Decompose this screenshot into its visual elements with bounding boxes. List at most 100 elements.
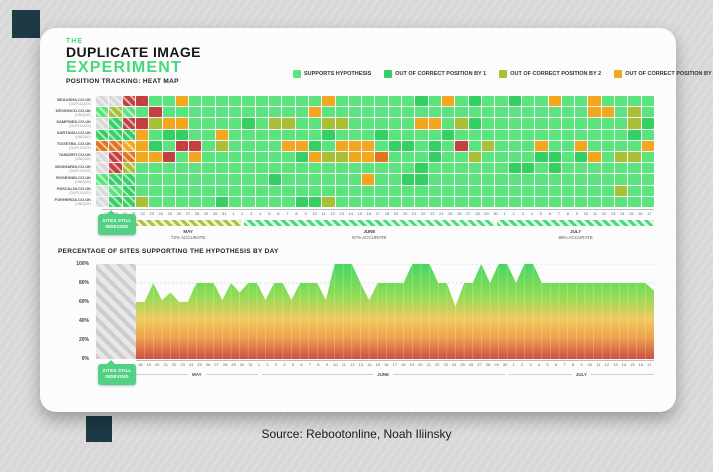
heatmap-cell — [216, 152, 228, 162]
heatmap-cell — [349, 186, 361, 196]
heatmap-cell — [96, 197, 108, 207]
heatmap-cell — [495, 186, 507, 196]
heatmap-cell — [189, 163, 201, 173]
heatmap-cell — [282, 174, 294, 184]
heatmap-cell — [469, 130, 481, 140]
axis-tick-label: 5 — [543, 361, 551, 368]
y-axis-tick-label: 100% — [76, 261, 89, 267]
heatmap-row-label: TANDERT.CO.UK(UNIQUE) — [58, 151, 94, 162]
axis-tick-label: 14 — [620, 361, 628, 368]
heatmap-cell — [336, 186, 348, 196]
heatmap-cell — [642, 130, 654, 140]
heatmap-cell — [415, 197, 427, 207]
heatmap-cell — [163, 163, 175, 173]
heatmap-cell — [163, 174, 175, 184]
heatmap-cell — [402, 96, 414, 106]
heatmap-cell — [202, 197, 214, 207]
heatmap-cell — [415, 118, 427, 128]
heatmap-cell — [562, 197, 574, 207]
month-name: JUNE — [377, 372, 389, 377]
heatmap-cell — [296, 152, 308, 162]
axis-tick-label: 7 — [554, 210, 563, 217]
heatmap-cell — [362, 141, 374, 151]
heatmap-cell — [229, 96, 241, 106]
axis-tick-label: 28 — [473, 210, 482, 217]
site-variant: (DUPLICATE) — [69, 146, 91, 150]
heatmap-cell — [509, 130, 521, 140]
heatmap-cell — [96, 107, 108, 117]
axis-tick-label: 21 — [424, 361, 432, 368]
axis-tick-label: 8 — [292, 210, 301, 217]
heatmap-cell — [282, 130, 294, 140]
heatmap-cell — [256, 197, 268, 207]
axis-tick-label: 10 — [581, 210, 590, 217]
page-title-accent: EXPERIMENT — [66, 60, 201, 77]
axis-tick-label: 30 — [491, 210, 500, 217]
axis-tick-label: 5 — [289, 361, 297, 368]
axis-tick-label: 26 — [204, 361, 212, 368]
axis-tick-label: 12 — [348, 361, 356, 368]
axis-tick-label: 26 — [455, 210, 464, 217]
heatmap-cell — [109, 107, 121, 117]
heatmap-cell — [642, 107, 654, 117]
heatmap-cell — [123, 130, 135, 140]
axis-tick-label: 31 — [246, 361, 254, 368]
heatmap-cell — [176, 174, 188, 184]
heatmap-cell — [163, 186, 175, 196]
heatmap-cell — [296, 130, 308, 140]
heatmap-cell — [602, 163, 614, 173]
month-name: JULY — [576, 372, 587, 377]
heatmap-cell — [535, 197, 547, 207]
heatmap-cell — [282, 152, 294, 162]
heatmap-cell — [469, 96, 481, 106]
axis-tick-label: 23 — [428, 210, 437, 217]
axis-tick-label: 18 — [399, 361, 407, 368]
axis-tick-label: 25 — [195, 361, 203, 368]
site-variant: (UNIQUE) — [75, 180, 91, 184]
heatmap-cell — [242, 96, 254, 106]
heatmap-cell — [242, 174, 254, 184]
heatmap-cell — [535, 107, 547, 117]
heatmap-cell — [495, 118, 507, 128]
heatmap-cell — [455, 96, 467, 106]
month-accuracy-bar — [135, 220, 241, 226]
heatmap-cell — [96, 186, 108, 196]
heatmap-cell — [123, 107, 135, 117]
axis-tick-label: 23 — [441, 361, 449, 368]
heatmap-cell — [296, 96, 308, 106]
site-variant: (UNIQUE) — [75, 157, 91, 161]
axis-tick-label: 30 — [211, 210, 220, 217]
axis-tick-label: 4 — [280, 361, 288, 368]
heatmap-cell — [136, 174, 148, 184]
axis-tick-label: 29 — [492, 361, 500, 368]
heatmap-cell — [575, 141, 587, 151]
axis-tick-label: 11 — [591, 210, 600, 217]
heatmap-cell — [535, 186, 547, 196]
heatmap-cell — [628, 118, 640, 128]
heatmap-cell — [549, 152, 561, 162]
heatmap-cell — [535, 163, 547, 173]
heatmap-cell — [522, 130, 534, 140]
heatmap-cell — [628, 197, 640, 207]
heatmap-cell — [375, 107, 387, 117]
axis-tick-label: 7 — [306, 361, 314, 368]
heatmap-cell — [522, 107, 534, 117]
heatmap-row-labels: BEAUSHA.CO.UK(DUPLICATE)DESIGNCO.CO.UK(U… — [58, 96, 94, 207]
heatmap-row-label: TOGETBIL.CO.UK(DUPLICATE) — [58, 140, 94, 151]
heatmap-cell — [296, 141, 308, 151]
heatmap-cell — [575, 152, 587, 162]
heatmap-cell — [242, 197, 254, 207]
axis-tick-label: 12 — [603, 361, 611, 368]
heatmap-cell — [429, 130, 441, 140]
heatmap-cell — [415, 152, 427, 162]
heatmap-cell — [615, 130, 627, 140]
heatmap-cell — [522, 186, 534, 196]
heatmap-cell — [136, 96, 148, 106]
axis-tick-label: 1 — [500, 210, 509, 217]
heatmap-row-label: PASCALNI.CO.UK(DUPLICATE) — [58, 185, 94, 196]
month-accuracy-bar — [497, 220, 654, 226]
heatmap-cell — [429, 152, 441, 162]
heatmap-cell — [216, 174, 228, 184]
heatmap-cell — [269, 141, 281, 151]
rule-line — [136, 374, 188, 375]
